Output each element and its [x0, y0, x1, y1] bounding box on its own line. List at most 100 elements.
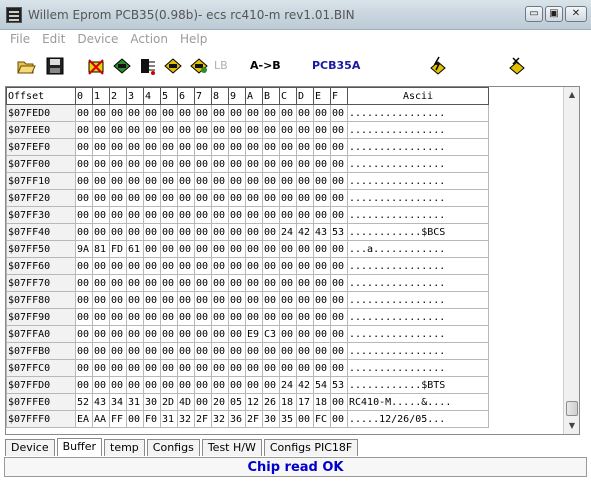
- table-row[interactable]: $07FF60 00 00 00 00 00 00 00 00 00 00 00 00 00 00 00 00.…: [6, 257, 489, 275]
- byte-cell[interactable]: 00: [194, 393, 212, 411]
- byte-cell[interactable]: 00: [109, 325, 127, 343]
- lb-label[interactable]: LB: [214, 59, 228, 72]
- byte-cell[interactable]: 00: [194, 240, 212, 258]
- byte-cell[interactable]: 00: [126, 376, 144, 394]
- byte-cell[interactable]: 00: [109, 342, 127, 360]
- byte-cell[interactable]: 00: [211, 376, 229, 394]
- tab-configs-pic18f[interactable]: Configs PIC18F: [263, 439, 359, 456]
- byte-cell[interactable]: 00: [177, 240, 195, 258]
- byte-cell[interactable]: 00: [160, 223, 178, 241]
- byte-cell[interactable]: 2D: [160, 393, 178, 411]
- byte-cell[interactable]: 00: [211, 121, 229, 139]
- byte-cell[interactable]: 00: [92, 325, 110, 343]
- byte-cell[interactable]: F0: [143, 410, 161, 428]
- byte-cell[interactable]: 00: [262, 291, 280, 309]
- byte-cell[interactable]: 00: [279, 104, 297, 122]
- byte-cell[interactable]: 00: [228, 206, 246, 224]
- byte-cell[interactable]: 61: [126, 240, 144, 258]
- byte-cell[interactable]: 00: [245, 206, 263, 224]
- byte-cell[interactable]: 00: [228, 172, 246, 190]
- byte-cell[interactable]: 00: [75, 223, 93, 241]
- byte-cell[interactable]: 00: [262, 359, 280, 377]
- byte-cell[interactable]: 2F: [245, 410, 263, 428]
- byte-cell[interactable]: 00: [330, 257, 348, 275]
- byte-cell[interactable]: 00: [160, 359, 178, 377]
- byte-cell[interactable]: 05: [228, 393, 246, 411]
- byte-cell[interactable]: 00: [245, 308, 263, 326]
- byte-cell[interactable]: 00: [228, 121, 246, 139]
- table-row[interactable]: $07FF30 00 00 00 00 00 00 00 00 00 00 00 00 00 00 00 00.…: [6, 206, 489, 224]
- table-row[interactable]: $07FEE0 00 00 00 00 00 00 00 00 00 00 00 00 00 00 00 00.…: [6, 121, 489, 139]
- byte-cell[interactable]: 31: [160, 410, 178, 428]
- byte-cell[interactable]: 00: [330, 138, 348, 156]
- byte-cell[interactable]: 00: [211, 206, 229, 224]
- byte-cell[interactable]: 00: [75, 189, 93, 207]
- byte-cell[interactable]: 17: [296, 393, 314, 411]
- byte-cell[interactable]: E9: [245, 325, 263, 343]
- byte-cell[interactable]: 00: [92, 291, 110, 309]
- byte-cell[interactable]: 00: [194, 308, 212, 326]
- byte-cell[interactable]: 00: [296, 240, 314, 258]
- table-row[interactable]: $07FFE0 52 43 34 31 30 2D 4D 00 20 05 12 26 18 17 18 00 R…: [6, 393, 489, 411]
- byte-cell[interactable]: 00: [330, 342, 348, 360]
- open-folder-icon[interactable]: [16, 56, 36, 76]
- byte-cell[interactable]: 00: [313, 240, 331, 258]
- byte-cell[interactable]: 24: [279, 223, 297, 241]
- byte-cell[interactable]: 00: [177, 274, 195, 292]
- byte-cell[interactable]: 00: [126, 104, 144, 122]
- byte-cell[interactable]: 00: [126, 223, 144, 241]
- byte-cell[interactable]: 00: [245, 274, 263, 292]
- byte-cell[interactable]: 00: [75, 274, 93, 292]
- byte-cell[interactable]: 43: [313, 223, 331, 241]
- byte-cell[interactable]: 00: [296, 104, 314, 122]
- byte-cell[interactable]: 00: [211, 189, 229, 207]
- byte-cell[interactable]: 00: [194, 223, 212, 241]
- ascii-cell[interactable]: ................: [347, 257, 489, 275]
- vertical-scrollbar[interactable]: ▲ ▼: [563, 87, 579, 434]
- byte-cell[interactable]: 00: [279, 240, 297, 258]
- table-row[interactable]: $07FF70 00 00 00 00 00 00 00 00 00 00 00 00 00 00 00 00.…: [6, 274, 489, 292]
- byte-cell[interactable]: 00: [296, 155, 314, 173]
- scroll-thumb[interactable]: [566, 401, 578, 416]
- byte-cell[interactable]: 00: [126, 359, 144, 377]
- byte-cell[interactable]: 00: [262, 189, 280, 207]
- byte-cell[interactable]: 00: [194, 104, 212, 122]
- byte-cell[interactable]: 00: [296, 325, 314, 343]
- byte-cell[interactable]: 00: [177, 155, 195, 173]
- byte-cell[interactable]: 00: [177, 206, 195, 224]
- byte-cell[interactable]: 00: [143, 274, 161, 292]
- byte-cell[interactable]: 00: [143, 308, 161, 326]
- byte-cell[interactable]: AA: [92, 410, 110, 428]
- byte-cell[interactable]: 00: [245, 104, 263, 122]
- byte-cell[interactable]: 00: [262, 138, 280, 156]
- byte-cell[interactable]: 00: [92, 376, 110, 394]
- ascii-cell[interactable]: ................: [347, 291, 489, 309]
- table-row[interactable]: $07FF10 00 00 00 00 00 00 00 00 00 00 00 00 00 00 00 00.…: [6, 172, 489, 190]
- hex-table[interactable]: Offset 0 1 2 3 4 5 6 7 8 9 A B C D E F Ascii $07FED0 00 00 0…: [6, 87, 489, 428]
- byte-cell[interactable]: 30: [262, 410, 280, 428]
- byte-cell[interactable]: 00: [143, 223, 161, 241]
- byte-cell[interactable]: 00: [211, 223, 229, 241]
- table-row[interactable]: $07FF00 00 00 00 00 00 00 00 00 00 00 00 00 00 00 00 00.…: [6, 155, 489, 173]
- byte-cell[interactable]: 00: [296, 257, 314, 275]
- byte-cell[interactable]: 00: [211, 325, 229, 343]
- byte-cell[interactable]: 20: [211, 393, 229, 411]
- ascii-cell[interactable]: ............$BTS: [347, 376, 489, 394]
- byte-cell[interactable]: 26: [262, 393, 280, 411]
- menu-action[interactable]: Action: [124, 30, 174, 49]
- byte-cell[interactable]: 00: [330, 291, 348, 309]
- menu-help[interactable]: Help: [174, 30, 213, 49]
- byte-cell[interactable]: 00: [211, 155, 229, 173]
- byte-cell[interactable]: 00: [313, 189, 331, 207]
- byte-cell[interactable]: 00: [92, 155, 110, 173]
- byte-cell[interactable]: 00: [75, 308, 93, 326]
- byte-cell[interactable]: 00: [143, 155, 161, 173]
- byte-cell[interactable]: 00: [160, 189, 178, 207]
- byte-cell[interactable]: 00: [262, 121, 280, 139]
- ascii-cell[interactable]: RC410-M.....&....: [347, 393, 489, 411]
- byte-cell[interactable]: FC: [313, 410, 331, 428]
- byte-cell[interactable]: 00: [262, 274, 280, 292]
- scroll-up-arrow-icon[interactable]: ▲: [564, 87, 579, 103]
- byte-cell[interactable]: 00: [126, 410, 144, 428]
- byte-cell[interactable]: 00: [92, 257, 110, 275]
